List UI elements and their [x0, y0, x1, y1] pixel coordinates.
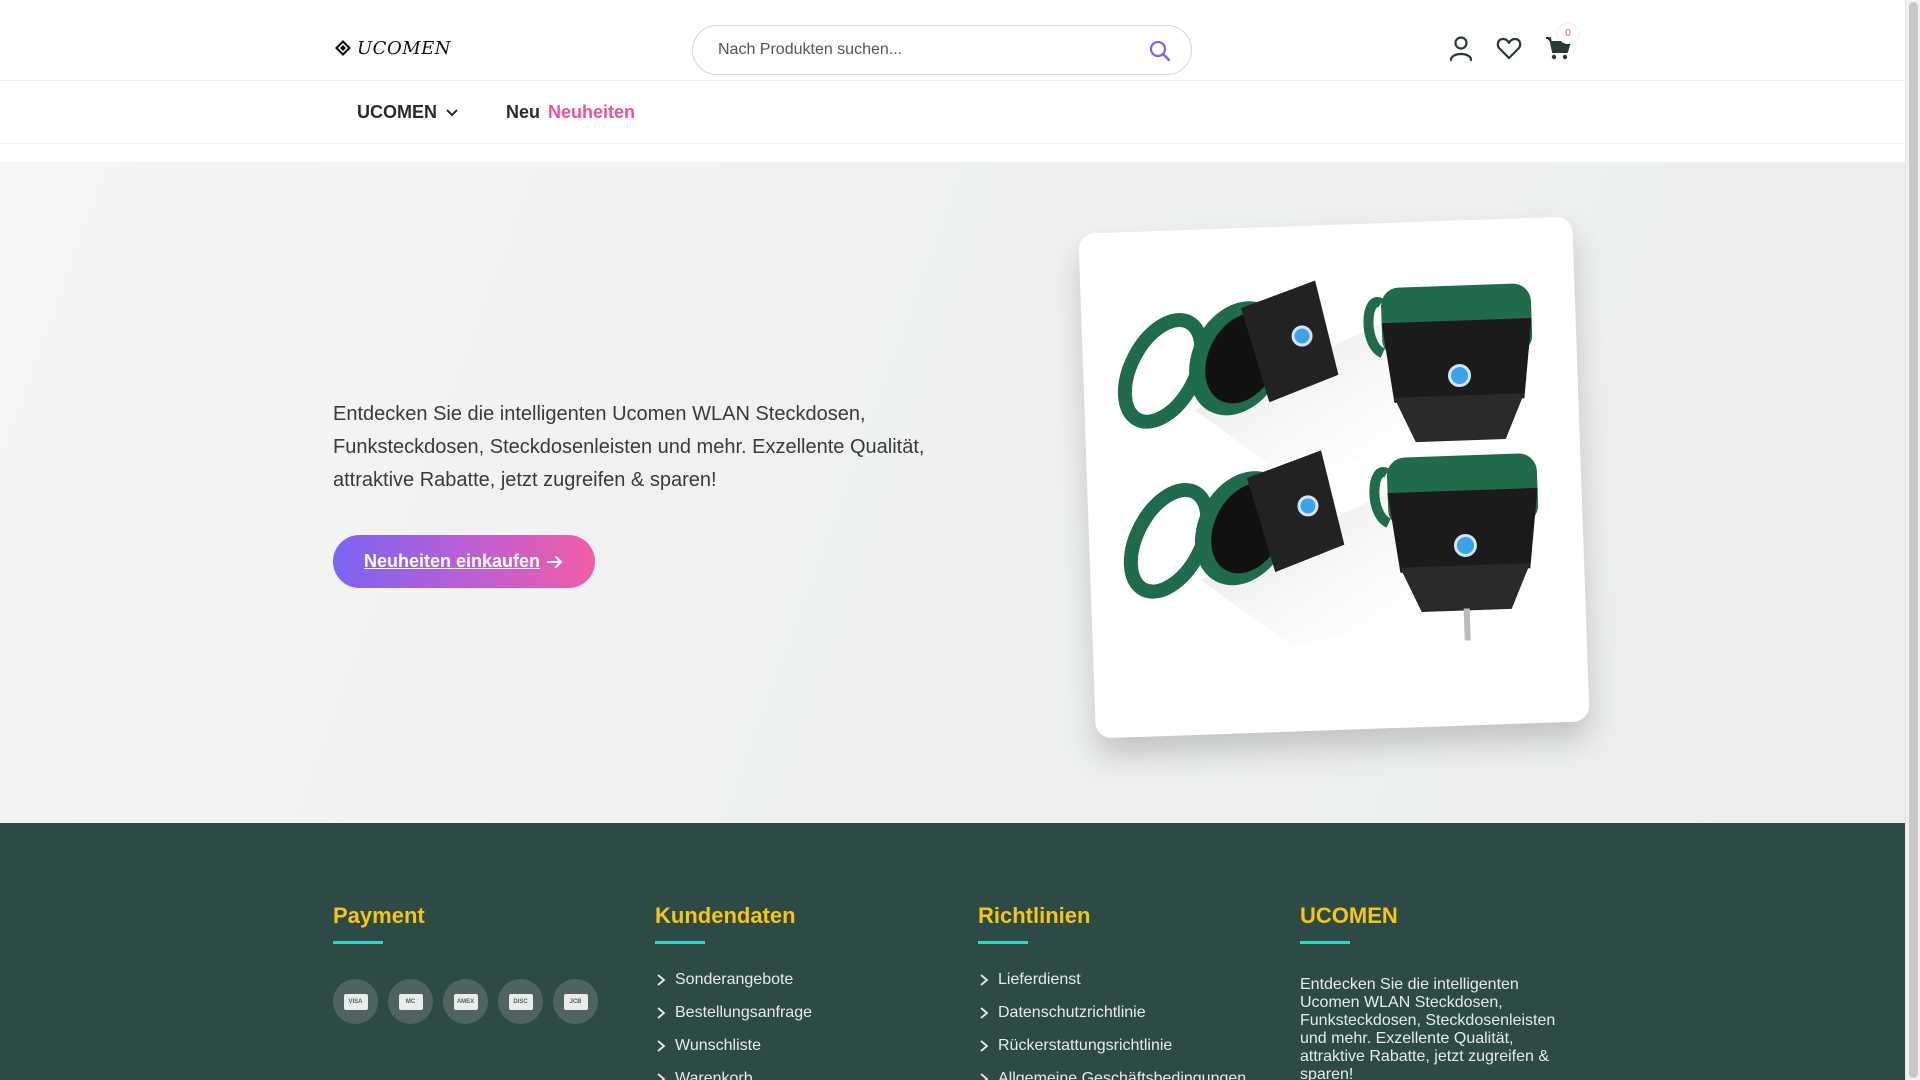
shop-new-arrivals-button[interactable]: Neuheiten einkaufen [333, 535, 595, 588]
logo-text: UCOMEN [357, 37, 452, 59]
chevron-down-icon [446, 108, 458, 116]
hero-banner: Entdecken Sie die intelligenten Ucomen W… [0, 163, 1905, 823]
amex-icon: AMEX [443, 979, 488, 1024]
heading-underline [1300, 941, 1350, 944]
main-navigation: UCOMEN Neu Neuheiten [0, 80, 1905, 143]
discover-icon: DISC [498, 979, 543, 1024]
brand-logo[interactable]: UCOMEN [333, 37, 451, 59]
nav-item-prefix: Neu [506, 102, 541, 122]
payment-methods: VISA MC AMEX DISC JCB [333, 979, 598, 1024]
heading-underline [333, 941, 383, 944]
chevron-right-icon [980, 1073, 989, 1080]
heading-underline [655, 941, 705, 944]
nav-item-ucomen[interactable]: UCOMEN [357, 102, 459, 123]
arrow-right-icon [547, 555, 563, 568]
user-icon[interactable] [1447, 34, 1475, 62]
footer-link-lieferdienst[interactable]: Lieferdienst [978, 971, 1246, 1004]
footer-link-list: Sonderangebote Bestellungsanfrage Wunsch… [655, 971, 812, 1080]
footer-column-ucomen: UCOMEN Entdecken Sie die intelligenten U… [1300, 903, 1570, 1080]
search-bar [692, 25, 1192, 75]
heading-underline [978, 941, 1028, 944]
footer-link-wunschliste[interactable]: Wunschliste [655, 1037, 812, 1070]
hero-description: Entdecken Sie die intelligenten Ucomen W… [333, 403, 925, 491]
logo-icon [335, 40, 351, 56]
footer-about-text: Entdecken Sie die intelligenten Ucomen W… [1300, 976, 1556, 1080]
nav-divider [0, 143, 1905, 163]
search-input[interactable] [693, 26, 1123, 74]
nav-item-neuheiten[interactable]: Neu Neuheiten [506, 102, 635, 123]
cta-label: Neuheiten einkaufen [363, 551, 541, 571]
footer-link-list: Lieferdienst Datenschutzrichtlinie Rücke… [978, 971, 1246, 1080]
footer-column-payment: Payment VISA MC AMEX DISC JCB [333, 903, 598, 1024]
chevron-right-icon [657, 1007, 666, 1019]
nav-item-highlight: Neuheiten [548, 102, 636, 122]
site-footer: Payment VISA MC AMEX DISC JCB Kundendate… [0, 823, 1905, 1080]
outdoor-socket-illustration [1117, 280, 1539, 647]
footer-heading: Kundendaten [655, 903, 796, 928]
site-header: UCOMEN 0 [0, 0, 1905, 80]
footer-heading: Richtlinien [978, 903, 1091, 928]
footer-heading: Payment [333, 903, 425, 928]
nav-item-label: UCOMEN [357, 102, 437, 122]
footer-link-bestellungsanfrage[interactable]: Bestellungsanfrage [655, 1004, 812, 1037]
footer-link-warenkorb[interactable]: Warenkorb [655, 1070, 812, 1080]
chevron-right-icon [657, 1040, 666, 1052]
footer-link-datenschutz[interactable]: Datenschutzrichtlinie [978, 1004, 1246, 1037]
chevron-right-icon [657, 1073, 666, 1080]
footer-heading: UCOMEN [1300, 903, 1398, 928]
footer-link-rueckerstattung[interactable]: Rückerstattungsrichtlinie [978, 1037, 1246, 1070]
footer-column-richtlinien: Richtlinien Lieferdienst Datenschutzrich… [978, 903, 1246, 1080]
footer-link-sonderangebote[interactable]: Sonderangebote [655, 971, 812, 1004]
chevron-right-icon [657, 974, 666, 986]
chevron-right-icon [980, 974, 989, 986]
footer-column-kundendaten: Kundendaten Sonderangebote Bestellungsan… [655, 903, 812, 1080]
chevron-right-icon [980, 1040, 989, 1052]
search-icon[interactable] [1147, 38, 1173, 64]
hero-product-image [1078, 216, 1590, 739]
chevron-right-icon [980, 1007, 989, 1019]
scrollbar-thumb[interactable] [1909, 2, 1918, 1078]
heart-icon[interactable] [1495, 34, 1523, 62]
mastercard-icon: MC [388, 979, 433, 1024]
footer-link-agb[interactable]: Allgemeine Geschäftsbedingungen [978, 1070, 1246, 1080]
jcb-icon: JCB [553, 979, 598, 1024]
cart-count-badge: 0 [1558, 24, 1578, 44]
visa-icon: VISA [333, 979, 378, 1024]
page-scrollbar[interactable] [1905, 0, 1920, 1080]
